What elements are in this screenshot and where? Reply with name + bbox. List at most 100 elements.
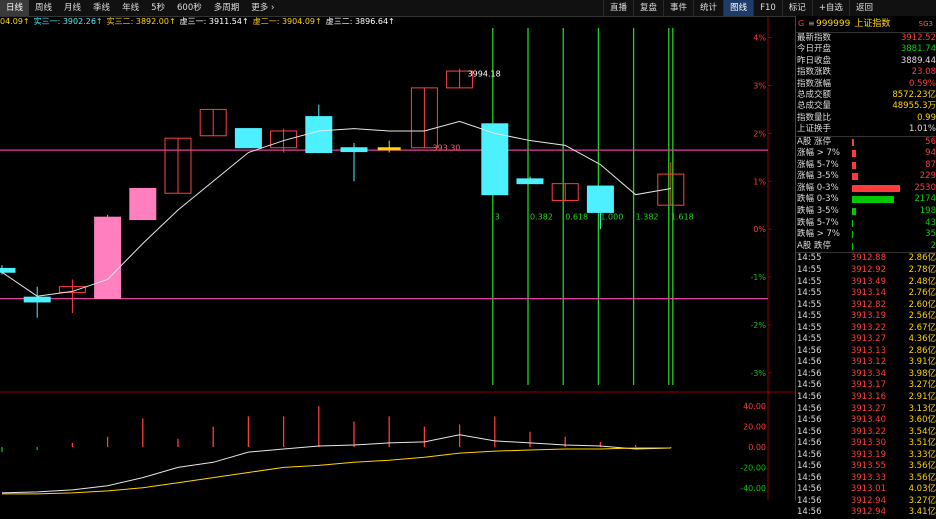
tick-price: 3913.14 (850, 288, 886, 299)
fib-label: 0.382 (530, 213, 553, 222)
period-tab-5[interactable]: 5秒 (145, 0, 171, 16)
stat-label: 上证换手 (797, 124, 832, 135)
tick-price: 3913.19 (850, 449, 886, 460)
stat-label: 指数量比 (797, 112, 832, 123)
tick-volume: 2.91亿 (908, 392, 936, 403)
breadth-row: A股 跌停 2 (796, 241, 936, 253)
stat-value: 23.08 (911, 67, 936, 78)
tick-volume: 4.36亿 (908, 334, 936, 345)
tick-time: 14:56 (797, 415, 822, 426)
stat-label: 总成交量 (797, 101, 832, 112)
breadth-label: A股 跌停 (797, 240, 832, 251)
kline-chart[interactable]: 4% 3% 2% 1% 0% -1% -2% -3% 3994.18 393.30 3 0.382 0.… (0, 0, 795, 500)
breadth-bar (852, 219, 853, 227)
y-tick-label: 1% (753, 177, 766, 186)
breadth-row: 跌幅 3-5% 198 (796, 206, 936, 218)
period-toolbar: 日线 周线 月线 季线 年线 5秒 600秒 多周期 更多 › 直播 复盘 事件 统计 图线 F10 标记 +… (0, 0, 936, 17)
candle-body (586, 185, 614, 213)
tick-time: 14:55 (797, 334, 822, 345)
tick-time: 14:56 (797, 345, 822, 356)
tick-time: 14:56 (797, 392, 822, 403)
tick-price: 3912.88 (850, 253, 886, 264)
tool-button-2[interactable]: 事件 (663, 0, 693, 16)
period-tab-6[interactable]: 600秒 (171, 0, 208, 16)
breadth-row: 涨幅 5-7% 87 (796, 160, 936, 172)
tool-button-7[interactable]: +自选 (811, 0, 849, 16)
tick-volume: 2.86亿 (908, 345, 936, 356)
period-tab-3[interactable]: 季线 (87, 0, 116, 16)
tool-button-8[interactable]: 返回 (848, 0, 879, 16)
tick-volume: 3.27亿 (908, 495, 936, 506)
tick-price: 3912.94 (850, 495, 886, 506)
fib-label: 1.000 (600, 213, 623, 222)
sub-y-tick-label: -20.00 (740, 463, 766, 472)
tool-button-0[interactable]: 直播 (603, 0, 633, 16)
breadth-bar (852, 161, 856, 169)
breadth-label: 涨幅 3-5% (797, 171, 839, 182)
breadth-row: 跌幅 0-3% 2174 (796, 194, 936, 206)
tick-price: 3913.19 (850, 311, 886, 322)
tool-button-3[interactable]: 统计 (693, 0, 723, 16)
tick-volume: 2.60亿 (908, 299, 936, 310)
breadth-count: 198 (919, 206, 936, 217)
period-tab-1[interactable]: 周线 (29, 0, 58, 16)
tick-time: 14:55 (797, 265, 822, 275)
tick-row: 14:55 3912.88 2.86亿 (796, 253, 936, 265)
breadth-label: 涨幅 0-3% (797, 182, 839, 193)
group-icon[interactable]: G (798, 16, 808, 32)
tool-button-4[interactable]: 图线 (723, 0, 754, 16)
tick-price: 3913.12 (850, 357, 886, 368)
candle-body (129, 187, 157, 221)
tool-button-5[interactable]: F10 (753, 0, 782, 16)
tick-row: 14:55 3913.27 4.36亿 (796, 334, 936, 346)
stat-value: 0.59% (908, 78, 936, 89)
breadth-count: 35 (925, 229, 936, 240)
tick-volume: 3.33亿 (908, 449, 936, 460)
tick-time: 14:56 (797, 357, 822, 368)
menu-icon[interactable]: ≡ (808, 16, 816, 32)
ma-legend-item: 实三一: 3902.26↑ (33, 17, 103, 26)
tick-volume: 2.67亿 (908, 322, 936, 333)
tick-time: 14:55 (797, 322, 822, 333)
tick-row: 14:56 3913.34 3.98亿 (796, 369, 936, 381)
fib-label: 3 (495, 213, 500, 222)
stat-value: 0.99 (917, 112, 936, 123)
tick-row: 14:56 3913.16 2.91亿 (796, 392, 936, 404)
period-tab-2[interactable]: 月线 (58, 0, 87, 16)
period-tab-0[interactable]: 日线 (0, 0, 30, 16)
tick-row: 14:56 3913.17 3.27亿 (796, 380, 936, 392)
tick-volume: 2.78亿 (908, 265, 936, 275)
breadth-label: 跌幅 0-3% (797, 194, 839, 205)
tick-time: 14:56 (797, 495, 822, 506)
tick-row: 14:56 3913.30 3.51亿 (796, 438, 936, 450)
tool-button-6[interactable]: 标记 (781, 0, 812, 16)
breadth-row: A股 涨停 56 (796, 137, 936, 149)
breadth-row: 涨幅 > 7% 94 (796, 148, 936, 160)
y-tick-label: -1% (750, 273, 766, 282)
period-tab-7[interactable]: 多周期 (208, 0, 246, 16)
tick-row: 14:55 3913.19 2.56亿 (796, 311, 936, 323)
period-tab-4[interactable]: 年线 (116, 0, 145, 16)
y-tick-label: 3% (753, 81, 766, 90)
tick-time: 14:56 (797, 403, 822, 414)
tick-volume: 3.13亿 (908, 403, 936, 414)
tick-row: 14:55 3913.22 2.67亿 (796, 323, 936, 335)
breadth-count: 229 (919, 171, 936, 182)
breadth-bar (852, 184, 900, 192)
period-tab-8[interactable]: 更多 › (245, 0, 280, 16)
tick-price: 3912.92 (850, 265, 886, 275)
breadth-bar (852, 242, 853, 250)
index-info-panel: G ≡ 999999 上证指数 SG3 最新指数 3912.52 今日开盘 3881.… (795, 16, 936, 517)
candle-body (234, 128, 262, 149)
tool-button-1[interactable]: 复盘 (633, 0, 663, 16)
breadth-label: 跌幅 3-5% (797, 206, 839, 217)
market-breadth: A股 涨停 56 涨幅 > 7% 94 涨幅 5-7% 87 涨幅 3-5% 229 涨幅 0-… (796, 135, 936, 253)
tick-price: 3913.27 (850, 334, 886, 345)
tick-price: 3913.34 (850, 368, 886, 379)
stat-row: 总成交额 8572.23亿 (796, 90, 936, 101)
tick-price: 3913.33 (850, 472, 886, 483)
sub-y-tick-label: 0.00 (748, 443, 766, 452)
breadth-count: 2 (930, 240, 936, 251)
tick-time: 14:55 (797, 288, 822, 299)
breadth-label: 涨幅 > 7% (797, 148, 841, 159)
